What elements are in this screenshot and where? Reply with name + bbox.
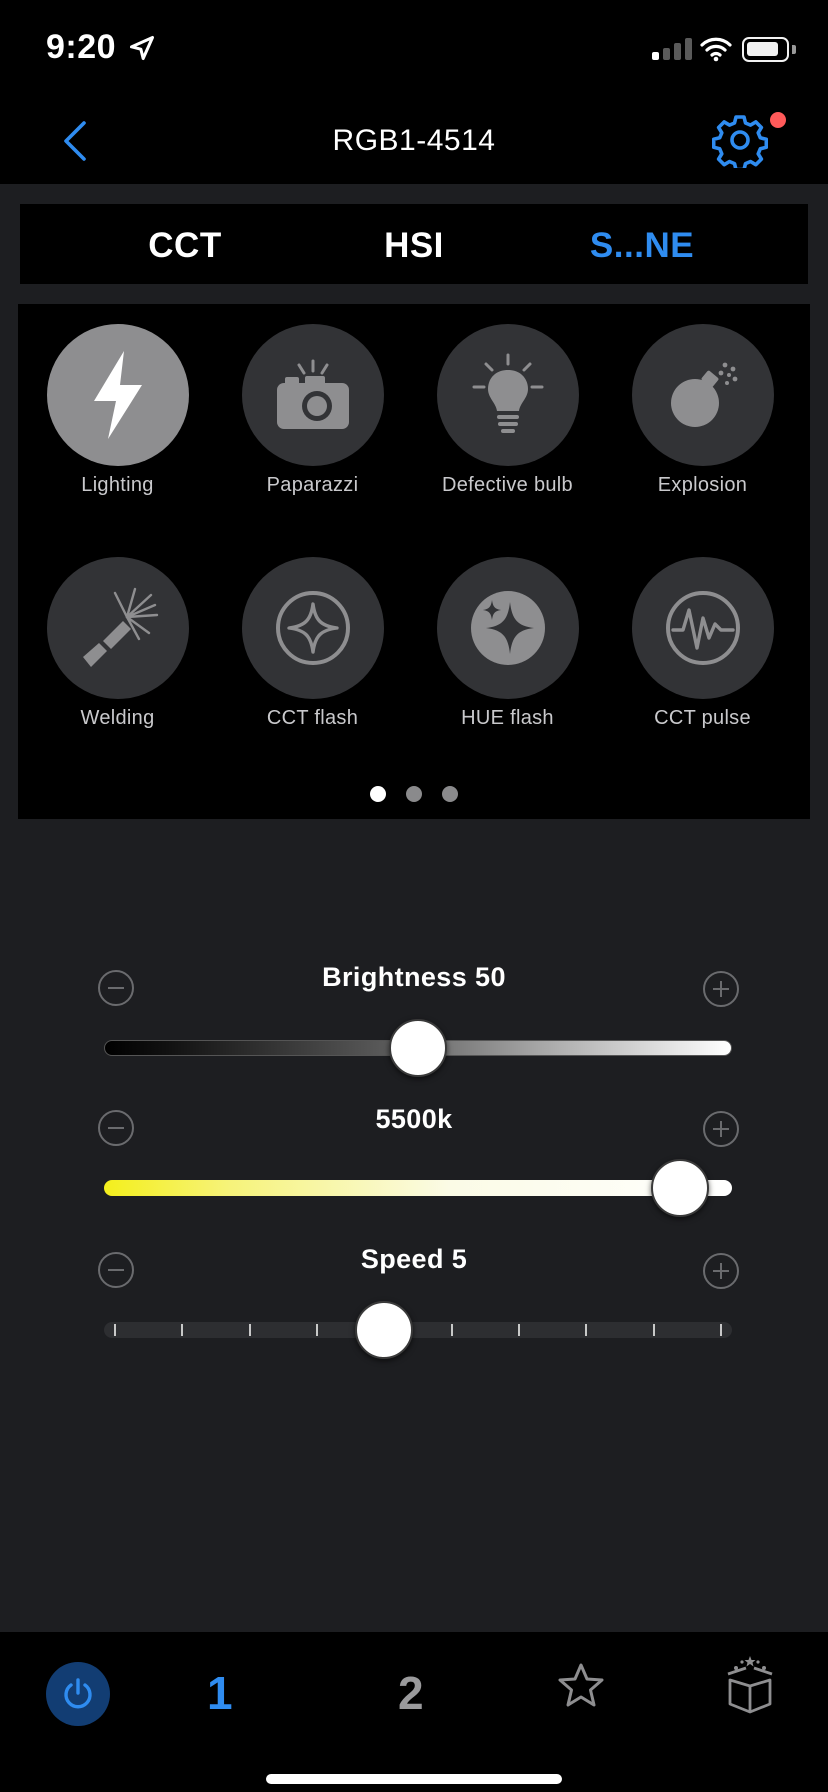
page-dot[interactable]: [406, 786, 422, 802]
effect-label: Explosion: [657, 474, 748, 496]
camera-icon: [276, 359, 349, 429]
status-bar: 9:20: [0, 0, 828, 98]
cct-decrease-button[interactable]: [98, 1110, 134, 1146]
speed-increase-button[interactable]: [703, 1253, 739, 1289]
power-icon: [64, 1678, 92, 1709]
effect-welding[interactable]: Welding: [20, 557, 215, 730]
effect-label: Lighting: [81, 474, 154, 496]
speed-tick: [181, 1324, 184, 1336]
battery-icon: [742, 37, 789, 62]
speed-decrease-button[interactable]: [98, 1252, 134, 1288]
gift-box-button[interactable]: [724, 1654, 776, 1719]
group-2-button[interactable]: 2: [398, 1666, 424, 1720]
welding-icon: [82, 587, 158, 667]
effect-cct-flash[interactable]: CCT flash: [215, 557, 410, 730]
speed-tick: [720, 1324, 722, 1336]
power-button[interactable]: [46, 1662, 110, 1726]
nav-bar: RGB1-4514: [0, 98, 828, 184]
effect-hue-flash[interactable]: HUE flash: [410, 557, 605, 730]
home-indicator: [266, 1774, 562, 1784]
sparkle-ring-icon: [275, 591, 350, 665]
bottom-bar: 1 2: [0, 1632, 828, 1792]
effect-paparazzi[interactable]: Paparazzi: [215, 324, 410, 497]
effect-label: CCT pulse: [654, 707, 751, 729]
cellular-signal-icon: [652, 38, 692, 60]
page-dot[interactable]: [442, 786, 458, 802]
effect-explosion[interactable]: Explosion: [605, 324, 800, 497]
speed-tick: [585, 1324, 588, 1336]
speed-tick: [518, 1324, 520, 1336]
effect-label: CCT flash: [266, 707, 359, 729]
notification-badge: [770, 112, 786, 128]
speed-tick: [248, 1324, 251, 1336]
effect-defective-bulb[interactable]: Defective bulb: [410, 324, 605, 497]
lightbulb-icon: [472, 353, 543, 433]
speed-tick: [450, 1324, 453, 1336]
speed-slider-track[interactable]: [104, 1322, 732, 1338]
brightness-increase-button[interactable]: [703, 971, 739, 1007]
tab-hsi[interactable]: HSI: [314, 226, 514, 266]
star-icon: [558, 1663, 604, 1707]
page-indicator[interactable]: [18, 786, 810, 802]
group-1-button[interactable]: 1: [207, 1666, 233, 1720]
location-arrow-icon: [129, 35, 155, 61]
speed-tick: [114, 1324, 116, 1336]
brightness-slider-thumb[interactable]: [389, 1019, 447, 1077]
gear-icon: [711, 115, 769, 172]
status-time: 9:20: [46, 28, 117, 66]
bomb-icon: [670, 362, 737, 427]
effect-cct-pulse[interactable]: CCT pulse: [605, 557, 800, 730]
effect-label: Welding: [80, 707, 155, 729]
cct-slider-thumb[interactable]: [650, 1159, 709, 1217]
cct-increase-button[interactable]: [703, 1111, 739, 1147]
effect-lighting[interactable]: Lighting: [20, 324, 215, 497]
speed-tick: [316, 1324, 318, 1336]
effect-label: Defective bulb: [442, 474, 573, 496]
cct-slider-track[interactable]: [104, 1180, 732, 1196]
speed-slider-thumb[interactable]: [355, 1301, 414, 1359]
effect-label: HUE flash: [461, 707, 554, 729]
tab-scene[interactable]: S...NE: [542, 226, 742, 266]
gift-box-icon: [727, 1656, 773, 1714]
pulse-icon: [665, 591, 740, 665]
wifi-icon: [700, 37, 732, 62]
effects-grid: Lighting Paparazzi Defective bulb Explos…: [18, 304, 810, 819]
page-dot[interactable]: [370, 786, 386, 802]
lightning-icon: [93, 351, 142, 439]
settings-button[interactable]: [711, 112, 769, 172]
page-title: RGB1-4514: [332, 124, 496, 157]
favorites-button[interactable]: [556, 1662, 606, 1715]
brightness-decrease-button[interactable]: [98, 970, 134, 1006]
speed-tick: [652, 1324, 655, 1336]
tab-cct[interactable]: CCT: [85, 226, 285, 266]
mode-tabs: CCT HSI S...NE: [20, 204, 808, 284]
sparkle-filled-icon: [470, 591, 545, 665]
effect-label: Paparazzi: [266, 474, 359, 496]
